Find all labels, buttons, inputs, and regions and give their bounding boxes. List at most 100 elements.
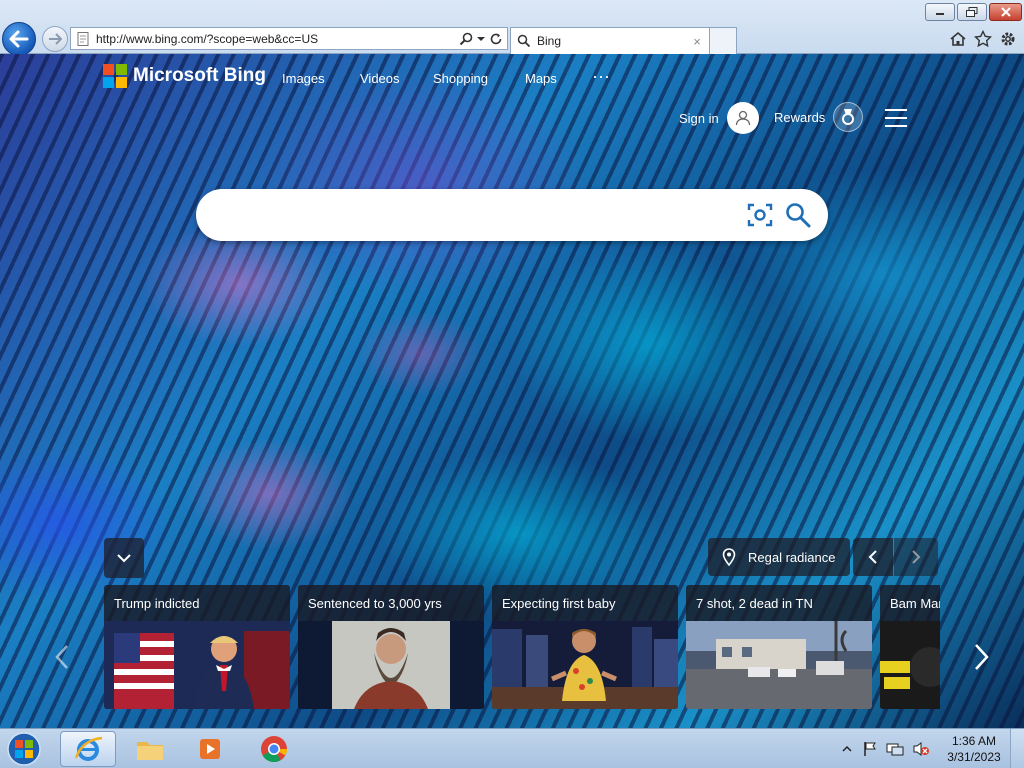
menu-hamburger-icon[interactable]: [885, 109, 907, 127]
nav-shopping[interactable]: Shopping: [433, 71, 488, 86]
camera-scan-icon: [747, 203, 773, 227]
image-title: Regal radiance: [748, 549, 836, 565]
tab-close-button[interactable]: ×: [689, 34, 705, 49]
chevron-down-icon: [477, 36, 485, 41]
nav-more-button[interactable]: ···: [592, 66, 610, 87]
home-button[interactable]: [948, 29, 968, 49]
news-card[interactable]: 7 shot, 2 dead in TN: [686, 585, 872, 709]
clock-date: 3/31/2023: [947, 750, 1001, 764]
medal-icon: [833, 102, 864, 132]
news-thumbnail: [492, 621, 678, 709]
restore-icon: [966, 7, 978, 17]
show-desktop-button[interactable]: [1010, 729, 1024, 768]
volume-muted-icon[interactable]: [912, 741, 930, 757]
visual-search-button[interactable]: [746, 201, 774, 229]
tab-bing[interactable]: Bing ×: [510, 27, 710, 54]
magnifier-icon: [459, 32, 473, 45]
chevron-right-icon: [975, 644, 989, 670]
nav-videos[interactable]: Videos: [360, 71, 400, 86]
sign-in-button[interactable]: Sign in: [679, 102, 759, 134]
image-info-button[interactable]: Regal radiance: [708, 538, 850, 576]
close-window-button[interactable]: [989, 3, 1022, 21]
location-pin-icon: [722, 548, 736, 566]
taskbar-chrome[interactable]: [246, 731, 302, 767]
previous-image-button[interactable]: [853, 538, 893, 576]
avatar: [726, 102, 759, 134]
favorites-button[interactable]: [973, 29, 993, 49]
start-button[interactable]: [4, 730, 44, 768]
news-card[interactable]: Bam Mar: [880, 585, 940, 709]
restore-button[interactable]: [957, 3, 987, 21]
news-thumbnail: [104, 621, 290, 709]
news-card[interactable]: Trump indicted: [104, 585, 290, 709]
address-url[interactable]: http://www.bing.com/?scope=web&cc=US: [91, 32, 458, 46]
chevron-right-icon: [912, 550, 921, 564]
action-center-flag-icon[interactable]: [862, 741, 878, 757]
folder-icon: [137, 742, 163, 760]
news-headline: Bam Mar: [890, 596, 940, 611]
gear-icon: [1001, 32, 1015, 46]
news-headline: Sentenced to 3,000 yrs: [308, 596, 442, 611]
news-thumbnail: [298, 621, 484, 709]
news-thumbnail: [686, 621, 872, 709]
bing-homepage: Microsoft Bing Images Videos Shopping Ma…: [0, 54, 1024, 728]
address-bar[interactable]: http://www.bing.com/?scope=web&cc=US: [70, 27, 508, 50]
clock-time: 1:36 AM: [951, 734, 997, 748]
taskbar-media-player[interactable]: [182, 731, 238, 767]
arrow-right-icon: [49, 33, 62, 45]
star-icon: [974, 30, 992, 48]
minimize-icon: [936, 13, 944, 15]
refresh-icon: [490, 33, 502, 44]
collapse-feed-button[interactable]: [104, 538, 144, 578]
taskbar-internet-explorer[interactable]: [60, 731, 116, 767]
close-icon: [1000, 7, 1011, 17]
new-tab-button[interactable]: [710, 27, 737, 54]
nav-maps[interactable]: Maps: [525, 71, 557, 86]
windows-start-icon: [7, 732, 41, 766]
address-dropdown-button[interactable]: [477, 31, 485, 47]
taskbar-file-explorer[interactable]: [122, 731, 178, 767]
chevron-left-icon: [55, 645, 68, 669]
internet-explorer-icon: [74, 736, 103, 761]
chevron-left-icon: [868, 550, 877, 564]
taskbar: 1:36 AM 3/31/2023: [0, 728, 1024, 768]
back-button[interactable]: [2, 22, 36, 56]
minimize-button[interactable]: [925, 3, 955, 21]
sign-in-label: Sign in: [679, 110, 719, 126]
rewards-button[interactable]: Rewards: [774, 102, 864, 132]
media-player-icon: [200, 739, 220, 759]
magnifier-icon: [786, 203, 811, 228]
news-headline: Trump indicted: [114, 596, 200, 611]
arrow-left-icon: [9, 30, 29, 48]
system-tray: [842, 729, 930, 768]
tray-expand-icon[interactable]: [842, 745, 852, 753]
browser-toolbar: http://www.bing.com/?scope=web&cc=US Bin…: [0, 0, 1024, 56]
home-icon: [950, 31, 966, 46]
news-next-button[interactable]: [966, 639, 996, 675]
bing-logo[interactable]: Microsoft Bing: [103, 64, 266, 88]
microsoft-logo-icon: [103, 64, 127, 88]
nav-images[interactable]: Images: [282, 71, 325, 86]
logo-text: Microsoft Bing: [133, 65, 266, 86]
settings-button[interactable]: [998, 29, 1018, 49]
news-card[interactable]: Sentenced to 3,000 yrs: [298, 585, 484, 709]
refresh-button[interactable]: [488, 31, 504, 47]
chevron-down-icon: [117, 554, 131, 563]
search-input[interactable]: [212, 195, 746, 235]
next-image-button[interactable]: [894, 538, 938, 576]
search-box: [196, 189, 828, 241]
user-icon: [735, 110, 750, 126]
rewards-label: Rewards: [774, 109, 826, 125]
chrome-icon: [261, 736, 288, 763]
clock[interactable]: 1:36 AM 3/31/2023: [946, 733, 1002, 765]
network-icon[interactable]: [886, 741, 904, 757]
news-carousel: Trump indicted Sentenced to 3,000 yrs Ex…: [104, 585, 940, 709]
news-previous-button[interactable]: [50, 639, 74, 675]
forward-button[interactable]: [42, 26, 68, 52]
search-button[interactable]: [784, 201, 812, 229]
page-icon: [77, 31, 89, 46]
address-search-button[interactable]: [458, 31, 474, 47]
tab-title: Bing: [537, 34, 562, 48]
news-headline: Expecting first baby: [502, 596, 616, 611]
news-card[interactable]: Expecting first baby: [492, 585, 678, 709]
